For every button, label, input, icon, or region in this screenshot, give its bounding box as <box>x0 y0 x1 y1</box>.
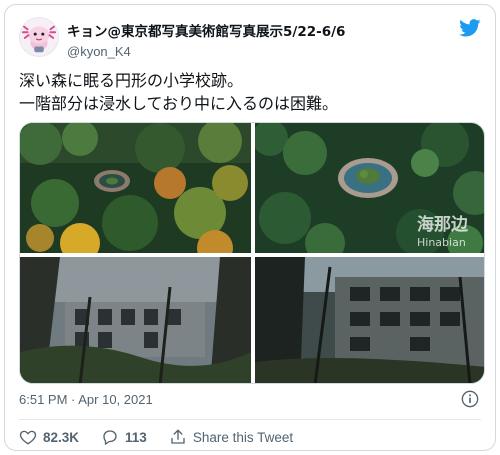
photo-aerial-forest-1[interactable] <box>20 123 251 253</box>
share-icon <box>171 429 185 444</box>
divider <box>19 419 481 420</box>
tweet-text-line-1: 深い森に眠る円形の小学校跡。 <box>19 71 244 90</box>
reply-button[interactable]: 113 <box>101 428 147 446</box>
display-name[interactable]: キョン@東京都写真美術館写真展示5/22-6/6 <box>67 20 345 40</box>
share-button[interactable]: Share this Tweet <box>169 428 293 446</box>
photo-aerial-forest-2[interactable]: 海那边 Hinabian <box>255 123 484 253</box>
tweet-header: キョン@東京都写真美術館写真展示5/22-6/6 @kyon_K4 <box>19 17 481 61</box>
action-bar: 82.3K 113 Share this Tweet <box>19 427 315 447</box>
share-label: Share this Tweet <box>192 429 294 445</box>
photo-ruin-1[interactable] <box>20 257 251 383</box>
tweet-text: 深い森に眠る円形の小学校跡。 一階部分は浸水しており中に入るのは困難。 <box>19 69 481 115</box>
info-icon[interactable] <box>461 390 479 408</box>
tweet-text-line-2: 一階部分は浸水しており中に入るのは困難。 <box>19 94 339 113</box>
like-count: 82.3K <box>43 429 80 445</box>
aerial-forest-image <box>20 123 251 253</box>
axolotl-avatar-icon <box>20 18 58 56</box>
watermark: 海那边 Hinabian <box>417 215 468 249</box>
photo-ruin-2[interactable] <box>255 257 484 383</box>
tweet-timestamp[interactable]: 6:51 PM · Apr 10, 2021 <box>19 392 153 407</box>
heart-icon <box>19 430 37 445</box>
twitter-bird-icon[interactable] <box>459 19 481 37</box>
media-grid: 海那边 Hinabian <box>19 122 485 384</box>
user-handle[interactable]: @kyon_K4 <box>67 44 345 59</box>
reply-icon <box>103 430 117 445</box>
ruined-building-image <box>20 257 251 383</box>
tweet-card[interactable]: キョン@東京都写真美術館写真展示5/22-6/6 @kyon_K4 深い森に眠る… <box>4 4 496 451</box>
reply-count: 113 <box>125 429 147 445</box>
watermark-cn: 海那边 <box>417 215 468 235</box>
avatar[interactable] <box>19 17 59 57</box>
watermark-en: Hinabian <box>417 236 466 249</box>
ruined-building-closeup-image <box>255 257 484 383</box>
like-button[interactable]: 82.3K <box>19 428 79 446</box>
